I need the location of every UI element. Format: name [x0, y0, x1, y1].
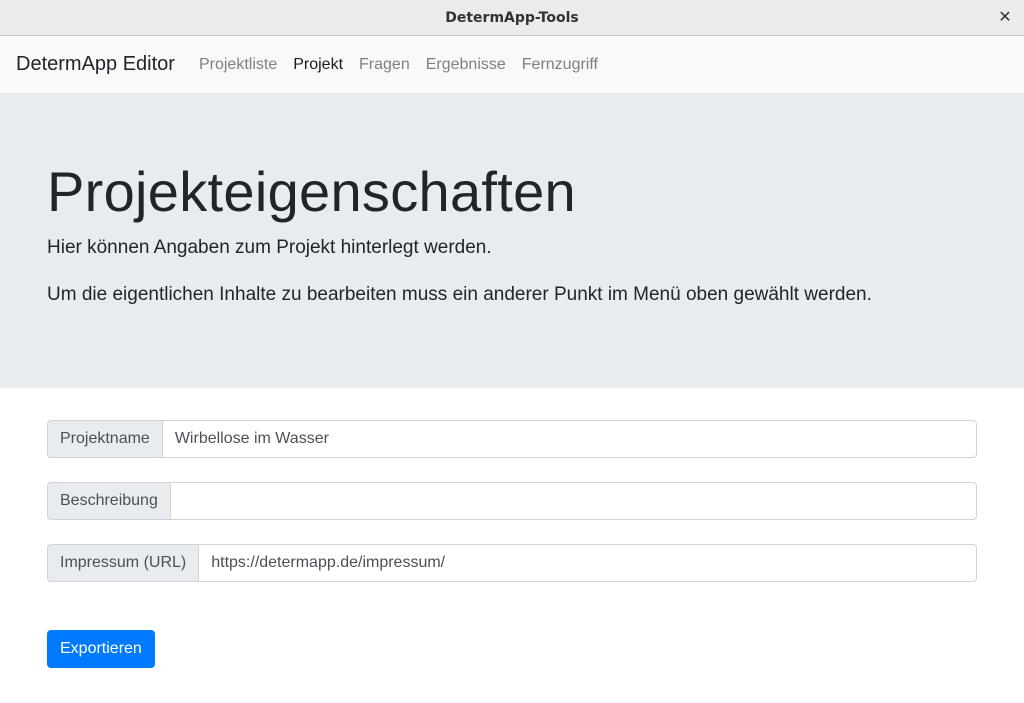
nav-link-fragen[interactable]: Fragen: [351, 48, 418, 82]
navbar: DetermApp Editor Projektliste Projekt Fr…: [0, 36, 1024, 93]
impressum-label: Impressum (URL): [47, 544, 199, 582]
nav-link-fernzugriff[interactable]: Fernzugriff: [514, 48, 606, 82]
beschreibung-input[interactable]: [169, 482, 977, 520]
window-title: DetermApp-Tools: [445, 9, 579, 26]
impressum-input[interactable]: [198, 544, 977, 582]
nav-link-ergebnisse[interactable]: Ergebnisse: [418, 48, 514, 82]
navbar-brand[interactable]: DetermApp Editor: [16, 53, 175, 76]
close-icon[interactable]: ✕: [996, 8, 1014, 26]
lead-text-1: Hier können Angaben zum Projekt hinterle…: [47, 237, 492, 258]
nav-link-projektliste[interactable]: Projektliste: [191, 48, 285, 82]
nav-link-projekt[interactable]: Projekt: [285, 48, 351, 82]
lead-text-2: Um die eigentlichen Inhalte zu bearbeite…: [47, 284, 872, 305]
jumbotron: Projekteigenschaften Hier können Angaben…: [0, 93, 1024, 388]
projektname-label: Projektname: [47, 420, 162, 458]
window-titlebar: DetermApp-Tools ✕: [0, 0, 1024, 36]
export-button[interactable]: Exportieren: [47, 630, 155, 668]
projektname-group: Projektname: [47, 420, 977, 458]
impressum-group: Impressum (URL): [47, 544, 977, 582]
page-title: Projekteigenschaften: [47, 160, 577, 223]
projektname-input[interactable]: [161, 420, 977, 458]
beschreibung-label: Beschreibung: [47, 482, 170, 520]
beschreibung-group: Beschreibung: [47, 482, 977, 520]
